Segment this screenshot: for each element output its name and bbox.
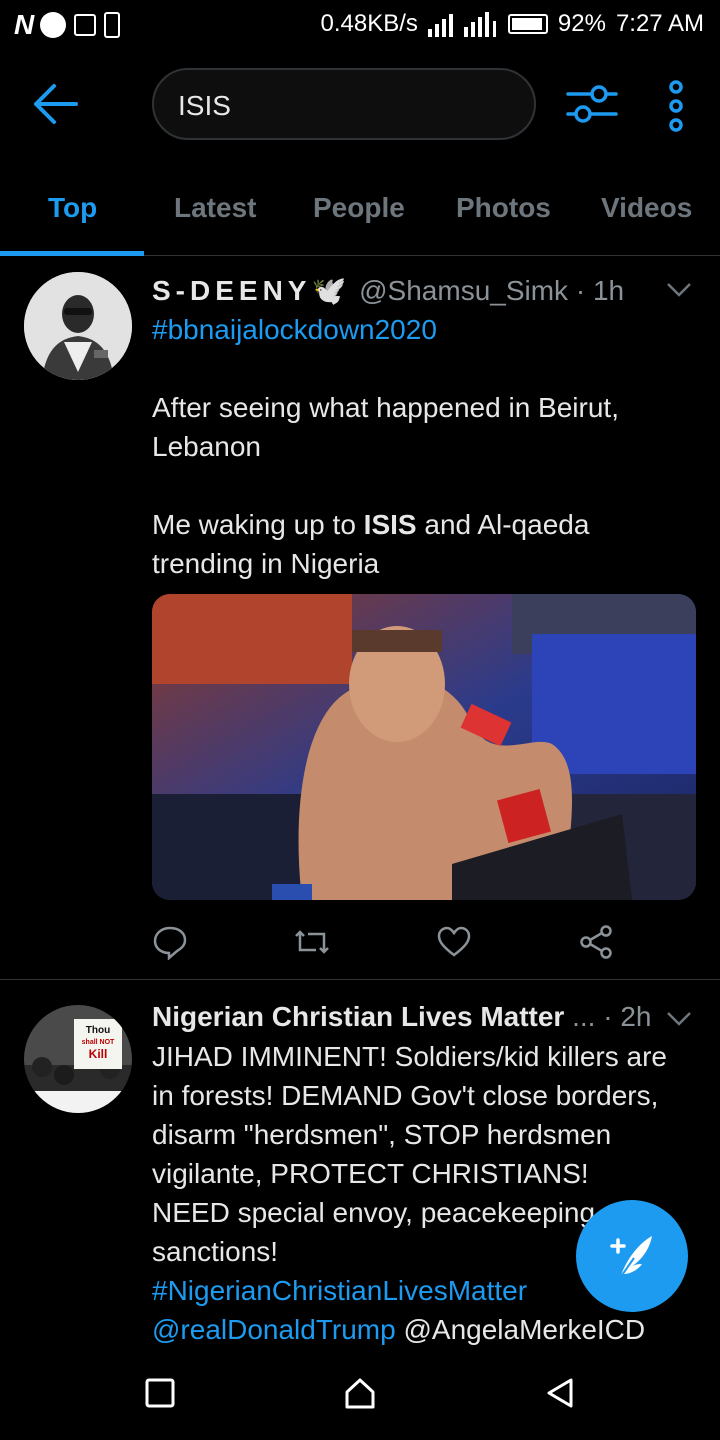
tweet-card[interactable]: S-DEENY🕊️ @Shamsu_Simk · 1h #bbnaijalock… (0, 256, 720, 980)
tweet-media-image[interactable] (152, 594, 696, 900)
tweet-author-name[interactable]: Nigerian Christian Lives Matter (152, 1001, 564, 1032)
tab-people[interactable]: People (313, 192, 405, 224)
chevron-down-icon[interactable] (666, 1011, 692, 1027)
tweet-line: After seeing what happened in Beirut, Le… (152, 392, 619, 462)
tweet-time: · 1h (575, 275, 625, 306)
tab-top[interactable]: Top (48, 192, 97, 224)
recents-square-icon[interactable] (143, 1376, 177, 1410)
search-tabs: Top Latest People Photos Videos (0, 160, 720, 256)
search-input[interactable]: ISIS (152, 68, 536, 140)
chevron-down-icon[interactable] (666, 282, 692, 298)
avatar-sign-text: shall NOT (82, 1039, 115, 1046)
filter-icon[interactable] (566, 80, 618, 128)
tweet-author-handle[interactable]: ... (572, 1001, 595, 1032)
tweet-mention[interactable]: @realDonaldTrump (152, 1314, 396, 1345)
tweet-time: · 2h (603, 1001, 652, 1032)
record-icon (40, 12, 67, 38)
tweet-text: #bbnaijalockdown2020 After seeing what h… (152, 310, 692, 583)
tweet-hashtag[interactable]: #bbnaijalockdown2020 (152, 314, 437, 345)
search-query: ISIS (178, 90, 231, 121)
tweet-line: Me waking up to ISIS and Al-qaeda trendi… (152, 509, 590, 579)
compose-tweet-button[interactable] (576, 1200, 688, 1312)
more-vertical-icon[interactable] (662, 80, 690, 132)
image-icon (74, 14, 97, 36)
highlighted-term: ISIS (363, 509, 417, 540)
battery-percent: 92% (557, 10, 606, 37)
phone-alert-icon (104, 12, 121, 38)
android-nav-bar (0, 1346, 720, 1440)
network-n-icon: N (14, 9, 34, 40)
like-icon[interactable] (436, 924, 472, 960)
tab-latest[interactable]: Latest (174, 192, 256, 224)
battery-icon (507, 14, 548, 34)
back-arrow-icon[interactable] (32, 82, 80, 126)
reply-icon[interactable] (152, 924, 188, 960)
tab-photos[interactable]: Photos (456, 192, 551, 224)
share-icon[interactable] (578, 924, 614, 960)
tweet-hashtag[interactable]: #NigerianChristianLivesMatter (152, 1275, 527, 1306)
avatar[interactable]: Thou shall NOT Kill (24, 1005, 132, 1113)
tweet-actions (152, 924, 632, 964)
tweet-author-name[interactable]: S-DEENY🕊️ (152, 275, 351, 306)
search-header: ISIS (0, 48, 720, 160)
network-speed: 0.48KB/s (320, 10, 418, 37)
signal-icon (427, 12, 496, 37)
tweet-mention[interactable]: @AngelaMerkeICD (403, 1314, 645, 1345)
clock: 7:27 AM (615, 10, 704, 37)
avatar[interactable] (24, 272, 132, 380)
back-triangle-icon[interactable] (543, 1376, 577, 1410)
avatar-sign-text: Kill (89, 1047, 108, 1061)
avatar-sign-text: Thou (86, 1025, 110, 1036)
tab-videos[interactable]: Videos (601, 192, 692, 224)
compose-tweet-icon (610, 1236, 652, 1279)
status-bar: N 0.48KB/s 92% 7:27 AM (0, 0, 720, 48)
retweet-icon[interactable] (294, 924, 330, 960)
tweet-author-handle[interactable]: @Shamsu_Simk (359, 275, 568, 306)
home-icon[interactable] (343, 1376, 377, 1410)
